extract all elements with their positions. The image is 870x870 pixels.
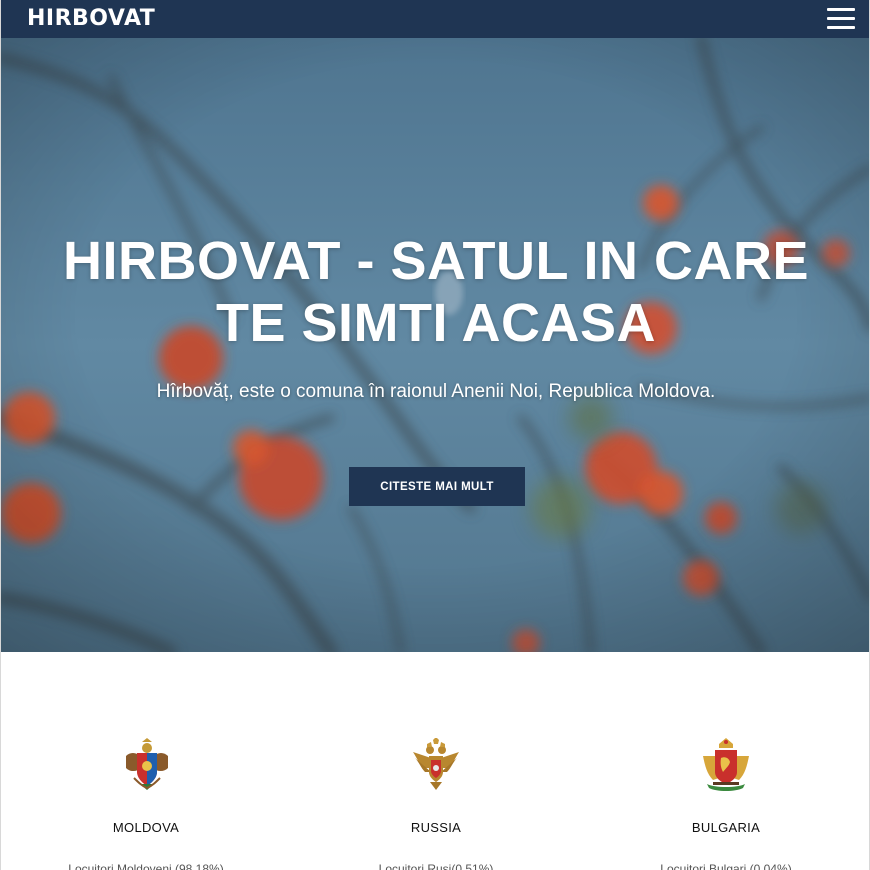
hero-title: HIRBOVAT - SATUL IN CARE TE SIMTI ACASA	[1, 230, 869, 354]
bulgaria-coat-of-arms-icon	[703, 738, 749, 791]
hero-title-line-1: HIRBOVAT - SATUL IN CARE	[63, 231, 809, 291]
country-card-moldova: MOLDOVA Locuitori Moldoveni (98.18%)	[1, 652, 291, 870]
hamburger-bar	[827, 8, 855, 11]
countries-section: MOLDOVA Locuitori Moldoveni (98.18%) RUS…	[1, 652, 869, 870]
russia-coat-of-arms-icon	[413, 738, 459, 790]
hero-title-line-2: TE SIMTI ACASA	[215, 293, 656, 353]
brand-logo[interactable]: HIRBOVAT	[27, 6, 155, 32]
country-stat: Locuitori Rusi(0.51%)	[378, 862, 494, 870]
navbar: HIRBOVAT	[1, 0, 869, 38]
hamburger-bar	[827, 17, 855, 20]
country-card-bulgaria: BULGARIA Locuitori Bulgari (0.04%)	[581, 652, 869, 870]
moldova-coat-of-arms-icon	[126, 738, 168, 790]
page: HIRBOVAT HIRBOVAT - SATUL IN CARE TE SIM…	[0, 0, 870, 870]
country-name: MOLDOVA	[112, 820, 180, 835]
hero-subtitle: Hîrbovăț, este o comuna în raionul Aneni…	[156, 381, 716, 402]
country-stat: Locuitori Bulgari (0.04%)	[660, 862, 792, 870]
country-stat: Locuitori Moldoveni (98.18%)	[68, 862, 224, 870]
country-name: RUSSIA	[410, 820, 462, 835]
read-more-button[interactable]: CITESTE MAI MULT	[349, 467, 525, 506]
hamburger-menu-icon[interactable]	[827, 7, 855, 30]
hero-section: HIRBOVAT - SATUL IN CARE TE SIMTI ACASA …	[1, 38, 869, 652]
hamburger-bar	[827, 26, 855, 29]
country-card-russia: RUSSIA Locuitori Rusi(0.51%)	[291, 652, 581, 870]
country-name: BULGARIA	[691, 820, 761, 835]
